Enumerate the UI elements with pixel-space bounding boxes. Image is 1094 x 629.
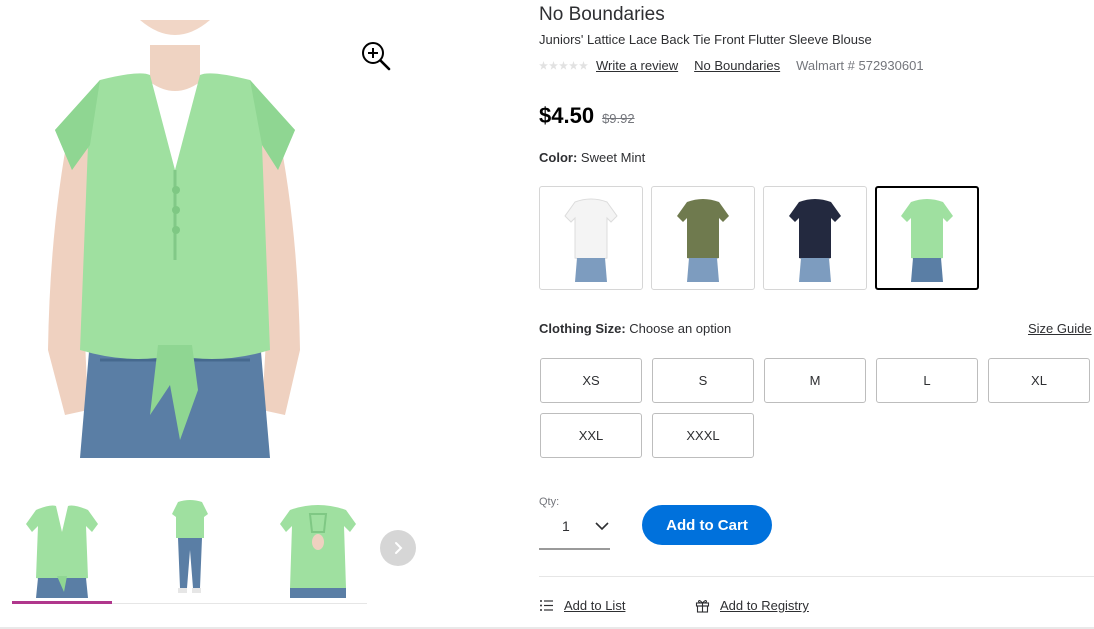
size-guide-link[interactable]: Size Guide [1028, 321, 1092, 336]
color-swatches [539, 186, 979, 290]
add-to-registry-label: Add to Registry [720, 598, 809, 613]
add-to-list-label: Add to List [564, 598, 626, 613]
size-label-value: Choose an option [629, 321, 732, 336]
star-icon [569, 60, 578, 70]
price-row: $4.50 $9.92 [539, 103, 635, 129]
size-label-key: Clothing Size: [539, 321, 626, 336]
main-product-image[interactable] [30, 20, 320, 458]
brand-name: No Boundaries [539, 4, 665, 25]
color-label-key: Color: [539, 150, 578, 165]
quantity-select[interactable]: 1 [539, 508, 610, 550]
gift-icon [695, 599, 710, 613]
was-price: $9.92 [602, 111, 635, 126]
swatch-image [901, 199, 953, 282]
star-icon [559, 60, 568, 70]
thumbnail-front[interactable] [12, 492, 112, 604]
star-icon [549, 60, 558, 70]
current-price: $4.50 [539, 103, 595, 128]
add-to-list-link[interactable]: Add to List [539, 598, 625, 613]
list-icon [540, 600, 553, 611]
color-swatch-sweet-mint[interactable] [875, 186, 979, 290]
walmart-sku: Walmart # 572930601 [796, 57, 924, 73]
swatch-image [677, 199, 729, 282]
size-label: Clothing Size: Choose an option [539, 321, 731, 336]
thumbnail-image [280, 505, 356, 598]
thumbnail-image [26, 505, 98, 598]
swatch-image [789, 199, 841, 282]
color-swatch-navy[interactable] [763, 186, 867, 290]
chevron-right-icon [395, 542, 403, 554]
size-option-l[interactable]: L [876, 358, 978, 403]
thumbnail-full-body[interactable] [140, 492, 240, 598]
chevron-down-icon [595, 522, 609, 531]
size-option-xxxl[interactable]: XXXL [652, 413, 754, 458]
zoom-in-icon [362, 42, 391, 71]
size-option-m[interactable]: M [764, 358, 866, 403]
size-option-s[interactable]: S [652, 358, 754, 403]
add-to-registry-link[interactable]: Add to Registry [695, 598, 809, 613]
thumbnail-image [172, 500, 208, 593]
size-option-xl[interactable]: XL [988, 358, 1090, 403]
thumbnail-next-button[interactable] [380, 530, 416, 566]
quantity-value: 1 [562, 518, 570, 534]
product-title: Juniors' Lattice Lace Back Tie Front Flu… [539, 32, 872, 47]
color-swatch-white[interactable] [539, 186, 643, 290]
star-icon [539, 60, 548, 70]
model-image [30, 20, 320, 458]
size-option-xs[interactable]: XS [540, 358, 642, 403]
size-option-xxl[interactable]: XXL [540, 413, 642, 458]
brand-link[interactable]: No Boundaries [694, 58, 780, 73]
swatch-image [564, 198, 618, 282]
rating-stars [539, 60, 588, 70]
color-label-value: Sweet Mint [580, 150, 646, 165]
color-swatch-olive[interactable] [651, 186, 755, 290]
quantity-label: Qty: [539, 496, 560, 508]
color-label: Color: Sweet Mint [539, 150, 645, 165]
write-review-link[interactable]: Write a review [596, 58, 678, 73]
star-icon [579, 60, 588, 70]
add-to-cart-button[interactable]: Add to Cart [642, 505, 772, 545]
size-options: XS S M L XL XXL XXXL [540, 358, 1094, 458]
divider [539, 576, 1094, 577]
thumbnail-back[interactable] [268, 492, 368, 598]
zoom-button[interactable] [360, 40, 392, 72]
product-meta-row: Write a review No Boundaries Walmart # 5… [539, 57, 924, 73]
thumbnail-strip [12, 488, 367, 604]
